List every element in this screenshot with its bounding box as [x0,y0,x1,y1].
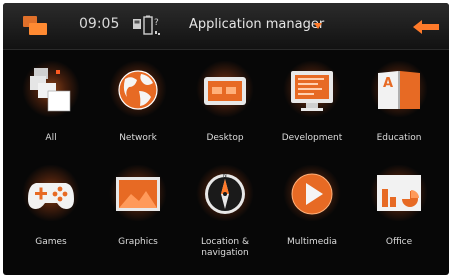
app-graphics[interactable]: Graphics [95,165,181,265]
back-arrow-icon[interactable] [413,20,439,34]
app-label: Location & navigation [201,237,249,258]
task-switcher-icon[interactable] [23,16,49,36]
compass-icon: N [205,173,245,214]
app-all[interactable]: All [8,61,94,151]
app-network[interactable]: Network [95,61,181,151]
app-multimedia[interactable]: Multimedia [269,165,355,265]
app-label: Graphics [118,237,158,247]
app-grid: All Network Desktop Development A Educat… [3,51,449,275]
app-desktop[interactable]: Desktop [182,61,268,151]
app-label: Multimedia [286,237,338,247]
svg-text:N: N [223,173,227,179]
svg-text:A: A [383,76,393,91]
battery-signal-icon[interactable]: ? [133,15,173,39]
book-icon: A [378,71,420,109]
clock: 09:05 [79,16,120,32]
status-bar: 09:05 ? Application manager [3,3,449,50]
page-title[interactable]: Application manager [189,17,324,32]
desktop-icon [204,77,246,105]
picture-icon [116,177,160,211]
app-games[interactable]: Games [8,165,94,265]
svg-text:?: ? [154,18,159,28]
globe-icon [118,70,158,110]
gamepad-icon [28,183,74,209]
app-window: 09:05 ? Application manager All Network … [3,3,449,275]
chevron-down-icon[interactable] [314,23,322,29]
app-label: Development [281,133,343,143]
office-chart-icon [377,175,421,211]
app-label: Games [35,237,67,247]
app-office[interactable]: Office [356,165,442,265]
app-label: Office [385,237,413,247]
monitor-code-icon [291,71,333,111]
stacked-windows-icon [30,68,71,112]
app-development[interactable]: Development [269,61,355,151]
app-label: Desktop [206,133,244,143]
app-label: All [45,133,57,143]
app-label: Education [376,133,422,143]
app-label: Network [119,133,157,143]
app-education[interactable]: A Education [356,61,442,151]
app-location-navigation[interactable]: N Location & navigation [182,165,268,265]
play-icon [291,173,333,215]
